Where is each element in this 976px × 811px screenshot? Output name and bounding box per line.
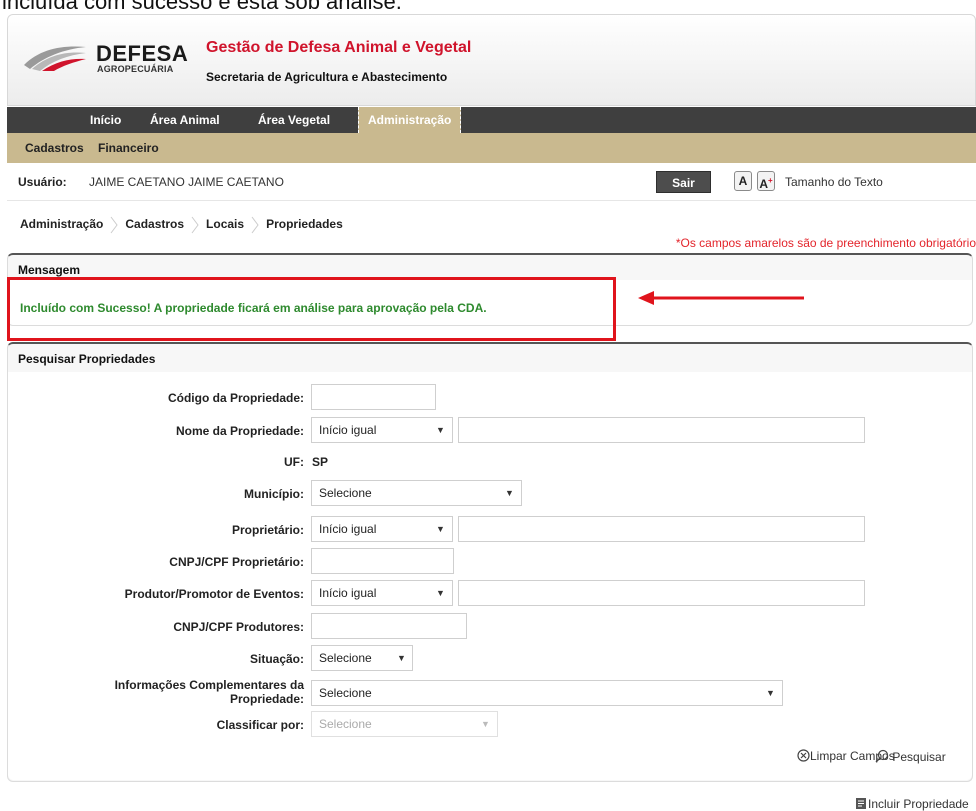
codigo-label: Código da Propriedade: <box>167 391 304 405</box>
chevron-right-icon <box>191 216 199 234</box>
situacao-value: Selecione <box>319 651 372 665</box>
chevron-down-icon: ▼ <box>436 425 445 435</box>
text-size-label: Tamanho do Texto <box>785 175 883 189</box>
situacao-label: Situação: <box>249 652 304 666</box>
chevron-down-icon: ▼ <box>436 524 445 534</box>
nome-input[interactable] <box>458 417 865 443</box>
info-label-line2: Propriedade: <box>229 692 304 706</box>
proprietario-mode-select[interactable]: Início igual ▼ <box>311 516 453 542</box>
nav-inicio[interactable]: Início <box>90 107 121 133</box>
produtor-label: Produtor/Promotor de Eventos: <box>124 587 304 601</box>
arrow-left-icon <box>638 291 804 305</box>
chevron-down-icon: ▼ <box>397 653 406 663</box>
municipio-label: Município: <box>244 487 304 501</box>
subnav-cadastros[interactable]: Cadastros <box>25 141 84 155</box>
font-decrease-button[interactable]: A <box>734 171 752 191</box>
nome-label: Nome da Propriedade: <box>175 424 304 438</box>
required-fields-note: *Os campos amarelos são de preenchimento… <box>675 236 976 250</box>
chevron-right-icon <box>110 216 118 234</box>
logo-subtitle: AGROPECUÁRIA <box>97 64 174 74</box>
font-increase-button[interactable]: A+ <box>757 171 775 191</box>
municipio-select[interactable]: Selecione ▼ <box>311 480 522 506</box>
search-label: Pesquisar <box>892 750 946 764</box>
info-complementares-value: Selecione <box>319 686 372 700</box>
chevron-down-icon: ▼ <box>481 719 490 729</box>
user-bar: Usuário: JAIME CAETANO JAIME CAETANO Sai… <box>7 163 976 201</box>
system-subtitle: Secretaria de Agricultura e Abasteciment… <box>206 70 448 84</box>
include-property-button[interactable]: Incluir Propriedade <box>855 797 969 811</box>
classificar-label: Classificar por: <box>216 718 304 732</box>
uf-label: UF: <box>284 455 304 469</box>
cnpj-produtores-label: CNPJ/CPF Produtores: <box>173 620 304 634</box>
sub-nav: Cadastros Financeiro <box>7 133 976 163</box>
document-add-icon <box>856 798 866 809</box>
info-complementares-select[interactable]: Selecione ▼ <box>311 680 783 706</box>
page-caption: incluída com sucesso e está sob análise. <box>2 0 402 14</box>
font-a-label: A <box>738 174 748 188</box>
chevron-down-icon: ▼ <box>766 688 775 698</box>
breadcrumb-administracao[interactable]: Administração <box>20 217 103 231</box>
search-panel-title: Pesquisar Propriedades <box>18 352 156 366</box>
user-label: Usuário: <box>18 175 67 189</box>
cnpj-proprietario-label: CNPJ/CPF Proprietário: <box>169 555 304 569</box>
cnpj-proprietario-input[interactable] <box>311 548 454 574</box>
message-panel-title: Mensagem <box>18 263 81 277</box>
search-button[interactable]: Pesquisar <box>875 749 946 764</box>
breadcrumb-locais[interactable]: Locais <box>206 217 244 231</box>
proprietario-label: Proprietário: <box>231 523 304 537</box>
logout-button[interactable]: Sair <box>656 171 711 193</box>
info-complementares-label: Informações Complementares da Propriedade… <box>115 678 304 706</box>
produtor-input[interactable] <box>458 580 865 606</box>
defesa-logo-icon <box>24 46 86 71</box>
chevron-down-icon: ▼ <box>436 588 445 598</box>
plus-icon: + <box>768 176 773 185</box>
highlight-box <box>7 277 616 341</box>
classificar-value: Selecione <box>319 717 372 731</box>
site-header: DEFESA AGROPECUÁRIA Gestão de Defesa Ani… <box>7 14 976 106</box>
nav-administracao[interactable]: Administração <box>358 107 462 133</box>
info-label-line1: Informações Complementares da <box>114 678 304 692</box>
search-icon <box>875 749 889 763</box>
proprietario-input[interactable] <box>458 516 865 542</box>
cnpj-produtores-input[interactable] <box>311 613 467 639</box>
situacao-select[interactable]: Selecione ▼ <box>311 645 413 671</box>
classificar-select[interactable]: Selecione ▼ <box>311 711 498 737</box>
user-name: JAIME CAETANO JAIME CAETANO <box>89 175 284 189</box>
nav-area-animal[interactable]: Área Animal <box>150 107 220 133</box>
breadcrumb: Administração Cadastros Locais Propriedades <box>20 216 343 234</box>
chevron-right-icon <box>251 216 259 234</box>
municipio-value: Selecione <box>319 486 372 500</box>
clear-icon <box>797 749 810 762</box>
include-property-label: Incluir Propriedade <box>868 797 969 811</box>
system-title: Gestão de Defesa Animal e Vegetal <box>206 39 472 56</box>
codigo-input[interactable] <box>311 384 436 410</box>
produtor-mode-value: Início igual <box>319 586 377 600</box>
uf-value: SP <box>312 455 329 469</box>
subnav-financeiro[interactable]: Financeiro <box>98 141 159 155</box>
nome-mode-value: Início igual <box>319 423 377 437</box>
font-a-plus-label: A <box>759 177 768 191</box>
breadcrumb-cadastros[interactable]: Cadastros <box>125 217 184 231</box>
chevron-down-icon: ▼ <box>505 488 514 498</box>
nome-mode-select[interactable]: Início igual ▼ <box>311 417 453 443</box>
proprietario-mode-value: Início igual <box>319 522 377 536</box>
produtor-mode-select[interactable]: Início igual ▼ <box>311 580 453 606</box>
nav-area-vegetal[interactable]: Área Vegetal <box>258 107 330 133</box>
main-nav: Início Área Animal Área Vegetal Administ… <box>7 107 976 133</box>
breadcrumb-propriedades: Propriedades <box>266 217 343 232</box>
